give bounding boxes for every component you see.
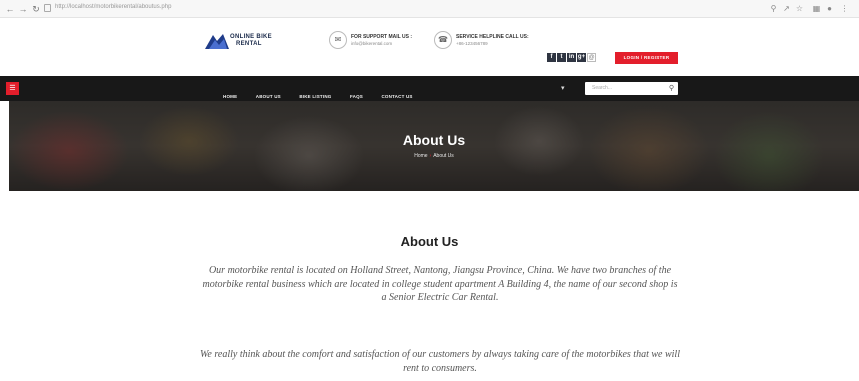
logo-icon: [205, 34, 229, 49]
profile-icon[interactable]: ●: [825, 4, 834, 13]
breadcrumb-separator: ›: [429, 153, 432, 159]
main-navbar: ☰ HOME ABOUT US BIKE LISTING FAQS CONTAC…: [0, 76, 859, 101]
twitter-icon[interactable]: t: [557, 53, 566, 62]
bookmark-icon[interactable]: ☆: [795, 4, 804, 13]
reload-icon[interactable]: ↻: [30, 3, 42, 15]
about-paragraph-1: Our motorbike rental is located on Holla…: [202, 265, 678, 304]
facebook-icon[interactable]: f: [547, 53, 556, 62]
linkedin-icon[interactable]: in: [567, 53, 576, 62]
search-placeholder: Search...: [592, 85, 613, 91]
instagram-icon[interactable]: @: [587, 53, 596, 62]
site-header: ONLINE BIKE RENTAL ✉ FOR SUPPORT MAIL US…: [0, 18, 859, 76]
breadcrumb-current: About Us: [433, 153, 454, 159]
google-plus-icon[interactable]: g+: [577, 53, 586, 62]
nav-item-home[interactable]: HOME: [223, 94, 237, 99]
hero-title: About Us: [402, 132, 466, 148]
mail-icon: ✉: [329, 31, 347, 49]
forward-icon[interactable]: →: [17, 3, 29, 15]
address-bar[interactable]: http://localhost/motorbikerental/aboutus…: [55, 4, 171, 10]
nav-item-faqs[interactable]: FAQS: [350, 94, 363, 99]
nav-item-about-us[interactable]: ABOUT US: [256, 94, 281, 99]
share-icon[interactable]: ↗: [782, 4, 791, 13]
logo-text: ONLINE BIKE RENTAL: [230, 34, 272, 47]
login-register-button[interactable]: LOGIN / REGISTER: [615, 52, 678, 64]
extensions-icon[interactable]: ▦: [812, 4, 821, 13]
page-title: About Us: [400, 234, 459, 249]
search-input[interactable]: Search... ⚲: [585, 82, 678, 95]
search-icon[interactable]: ⚲: [669, 84, 674, 92]
phone-icon: ☎: [434, 31, 452, 49]
menu-icon[interactable]: ⋮: [840, 4, 849, 13]
breadcrumb-home[interactable]: Home: [414, 153, 427, 159]
breadcrumb: Home › About Us: [9, 153, 859, 159]
about-paragraph-2: We really think about the comfort and sa…: [200, 349, 680, 374]
zoom-icon[interactable]: ⚲: [769, 4, 778, 13]
hero-banner: About Us Home › About Us: [9, 101, 859, 191]
site-info-icon[interactable]: [44, 4, 51, 12]
nav-item-bike-listing[interactable]: BIKE LISTING: [299, 94, 331, 99]
user-dropdown-icon[interactable]: ▾: [561, 84, 565, 92]
menu-toggle-icon[interactable]: ☰: [6, 82, 19, 95]
nav-item-contact-us[interactable]: CONTACT US: [381, 94, 412, 99]
browser-toolbar: ← → ↻ http://localhost/motorbikerental/a…: [0, 0, 859, 18]
back-icon[interactable]: ←: [4, 3, 16, 15]
social-links: f t in g+ @: [547, 53, 597, 63]
site-logo[interactable]: ONLINE BIKE RENTAL: [203, 30, 283, 54]
